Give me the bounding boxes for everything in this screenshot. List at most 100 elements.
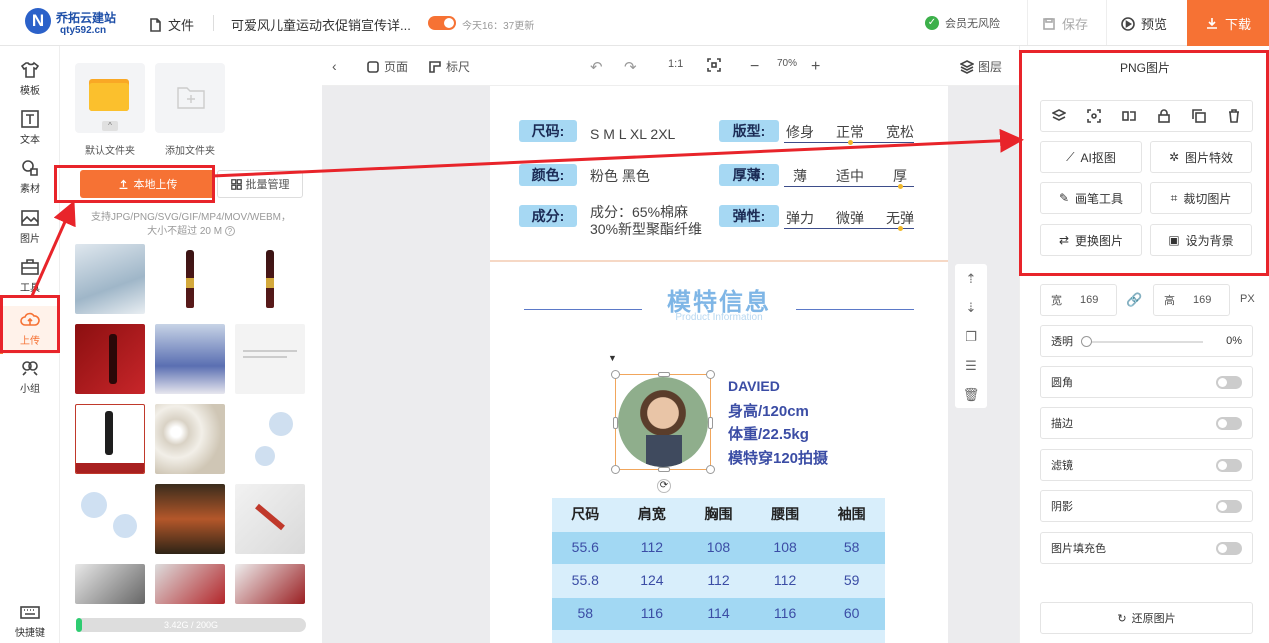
nav-item-group[interactable]: 小组 bbox=[0, 358, 60, 395]
add-folder-button[interactable] bbox=[155, 63, 225, 133]
scale-option[interactable]: 宽松 bbox=[886, 122, 914, 142]
image-effects-button[interactable]: ✲ 图片特效 bbox=[1150, 141, 1252, 173]
zoom-out-button[interactable]: − bbox=[750, 58, 759, 76]
asset-thumb[interactable] bbox=[155, 564, 225, 604]
spec-value[interactable]: 30%新型聚酯纤维 bbox=[590, 219, 702, 239]
filter-switch[interactable] bbox=[1216, 459, 1242, 472]
asset-thumb[interactable] bbox=[75, 324, 145, 394]
section-subtitle[interactable]: Product Information bbox=[640, 312, 798, 323]
model-weight[interactable]: 体重/22.5kg bbox=[728, 423, 809, 444]
chevron-up-icon[interactable]: ^ bbox=[102, 121, 118, 131]
resize-handle[interactable] bbox=[706, 370, 715, 379]
asset-thumb[interactable] bbox=[75, 244, 145, 314]
scale-option[interactable]: 弹力 bbox=[786, 208, 814, 228]
layers-order-icon[interactable] bbox=[1051, 109, 1066, 123]
document-title[interactable]: 可爱风儿童运动衣促销宣传详... bbox=[231, 15, 411, 34]
logo-icon[interactable]: N bbox=[25, 8, 51, 34]
batch-manage-button[interactable]: 批量管理 bbox=[217, 170, 303, 198]
default-folder[interactable]: ^ bbox=[75, 63, 145, 133]
restore-image-button[interactable]: ↻ 还原图片 bbox=[1040, 602, 1253, 634]
scale-option[interactable]: 正常 bbox=[836, 122, 864, 142]
spec-label[interactable]: 颜色: bbox=[519, 164, 577, 186]
undo-button[interactable]: ↶ bbox=[590, 58, 603, 76]
asset-thumb[interactable] bbox=[155, 484, 225, 554]
ruler-button[interactable]: 标尺 bbox=[428, 58, 470, 75]
design-page[interactable]: 尺码: S M L XL 2XL 颜色: 粉色 黑色 成分: 成分：65%棉麻 … bbox=[490, 86, 948, 643]
trash-icon[interactable]: 🗑 bbox=[955, 380, 987, 409]
resize-handle[interactable] bbox=[611, 370, 620, 379]
scale-option[interactable]: 适中 bbox=[836, 166, 864, 186]
ai-cutout-button[interactable]: ⟋ AI抠图 bbox=[1040, 141, 1142, 173]
help-icon[interactable]: ? bbox=[224, 226, 235, 236]
fit-screen-button[interactable] bbox=[707, 58, 721, 72]
nav-item-shortcuts[interactable]: 快捷键 bbox=[0, 602, 60, 639]
model-photo[interactable] bbox=[618, 377, 708, 467]
flip-icon[interactable] bbox=[1122, 109, 1136, 123]
asset-thumb[interactable] bbox=[155, 244, 225, 314]
scale-label[interactable]: 弹性: bbox=[719, 205, 779, 227]
replace-image-button[interactable]: ⇄ 更换图片 bbox=[1040, 224, 1142, 256]
stroke-switch[interactable] bbox=[1216, 417, 1242, 430]
asset-thumb[interactable] bbox=[155, 404, 225, 474]
save-button[interactable]: 保存 bbox=[1042, 14, 1088, 33]
model-height[interactable]: 身高/120cm bbox=[728, 400, 809, 421]
resize-handle[interactable] bbox=[706, 465, 715, 474]
spec-value[interactable]: 粉色 黑色 bbox=[590, 166, 650, 186]
asset-thumb[interactable] bbox=[75, 564, 145, 604]
spec-label[interactable]: 成分: bbox=[519, 205, 577, 227]
nav-item-text[interactable]: 文本 bbox=[0, 109, 60, 146]
layers-button[interactable]: 图层 bbox=[960, 58, 1002, 75]
resize-handle[interactable] bbox=[613, 417, 618, 429]
scale-label[interactable]: 版型: bbox=[719, 120, 779, 142]
scale-label[interactable]: 厚薄: bbox=[719, 164, 779, 186]
nav-item-templates[interactable]: 模板 bbox=[0, 60, 60, 97]
crop-focus-icon[interactable] bbox=[1086, 109, 1101, 123]
asset-thumb[interactable] bbox=[235, 404, 305, 474]
local-upload-button[interactable]: 本地上传 bbox=[80, 170, 215, 198]
copy-icon[interactable] bbox=[1192, 109, 1207, 123]
size-table[interactable]: 尺码 肩宽 胸围 腰围 袖围 55.6 112 108 108 58 55.8 124 112 112 59… bbox=[552, 498, 885, 643]
nav-item-upload[interactable]: 上传 bbox=[0, 306, 60, 354]
redo-button[interactable]: ↷ bbox=[624, 58, 637, 76]
nav-item-images[interactable]: 图片 bbox=[0, 208, 60, 245]
link-icon[interactable]: 🔗 bbox=[1126, 292, 1142, 308]
resize-handle[interactable] bbox=[611, 465, 620, 474]
zoom-level[interactable]: 70% bbox=[777, 58, 797, 69]
opacity-slider-handle[interactable] bbox=[1081, 336, 1092, 347]
scale-option[interactable]: 微弹 bbox=[836, 208, 864, 228]
opacity-slider-track[interactable] bbox=[1085, 341, 1203, 343]
asset-thumb[interactable] bbox=[235, 324, 305, 394]
fill-color-switch[interactable] bbox=[1216, 542, 1242, 555]
asset-thumb[interactable] bbox=[75, 404, 145, 474]
autosave-toggle[interactable] bbox=[428, 16, 456, 30]
asset-thumb[interactable] bbox=[155, 324, 225, 394]
duplicate-icon[interactable]: ❐ bbox=[955, 322, 987, 351]
asset-thumb[interactable] bbox=[235, 484, 305, 554]
bring-forward-icon[interactable]: ⇡ bbox=[955, 264, 987, 293]
model-name[interactable]: DAVIED bbox=[728, 378, 780, 394]
nav-item-materials[interactable]: 素材 bbox=[0, 158, 60, 195]
asset-thumb[interactable] bbox=[235, 564, 305, 604]
logo-name[interactable]: 乔拓云建站 bbox=[56, 9, 116, 26]
scale-option[interactable]: 薄 bbox=[793, 166, 807, 186]
file-menu-button[interactable]: 文件 bbox=[148, 15, 194, 34]
resize-handle[interactable] bbox=[708, 417, 713, 429]
model-fit[interactable]: 模特穿120拍摄 bbox=[728, 447, 828, 468]
shadow-switch[interactable] bbox=[1216, 500, 1242, 513]
resize-handle[interactable] bbox=[658, 372, 670, 377]
download-button[interactable]: 下载 bbox=[1187, 0, 1269, 46]
scale-option[interactable]: 修身 bbox=[786, 122, 814, 142]
member-safe-badge[interactable]: ✓ 会员无风险 bbox=[925, 15, 1000, 31]
collapse-panel-button[interactable]: ‹ bbox=[332, 58, 337, 74]
align-icon[interactable]: ☰ bbox=[955, 351, 987, 380]
send-backward-icon[interactable]: ⇣ bbox=[955, 293, 987, 322]
asset-thumb[interactable] bbox=[235, 244, 305, 314]
nav-item-tools[interactable]: 工具 bbox=[0, 257, 60, 294]
scale-option[interactable]: 厚 bbox=[893, 166, 907, 186]
rounded-corner-switch[interactable] bbox=[1216, 376, 1242, 389]
spec-value[interactable]: S M L XL 2XL bbox=[590, 126, 675, 142]
rotate-icon[interactable]: ⟳ bbox=[657, 479, 671, 493]
resize-handle[interactable] bbox=[658, 467, 670, 472]
trash-icon[interactable] bbox=[1227, 109, 1241, 123]
asset-thumb[interactable] bbox=[75, 484, 145, 554]
